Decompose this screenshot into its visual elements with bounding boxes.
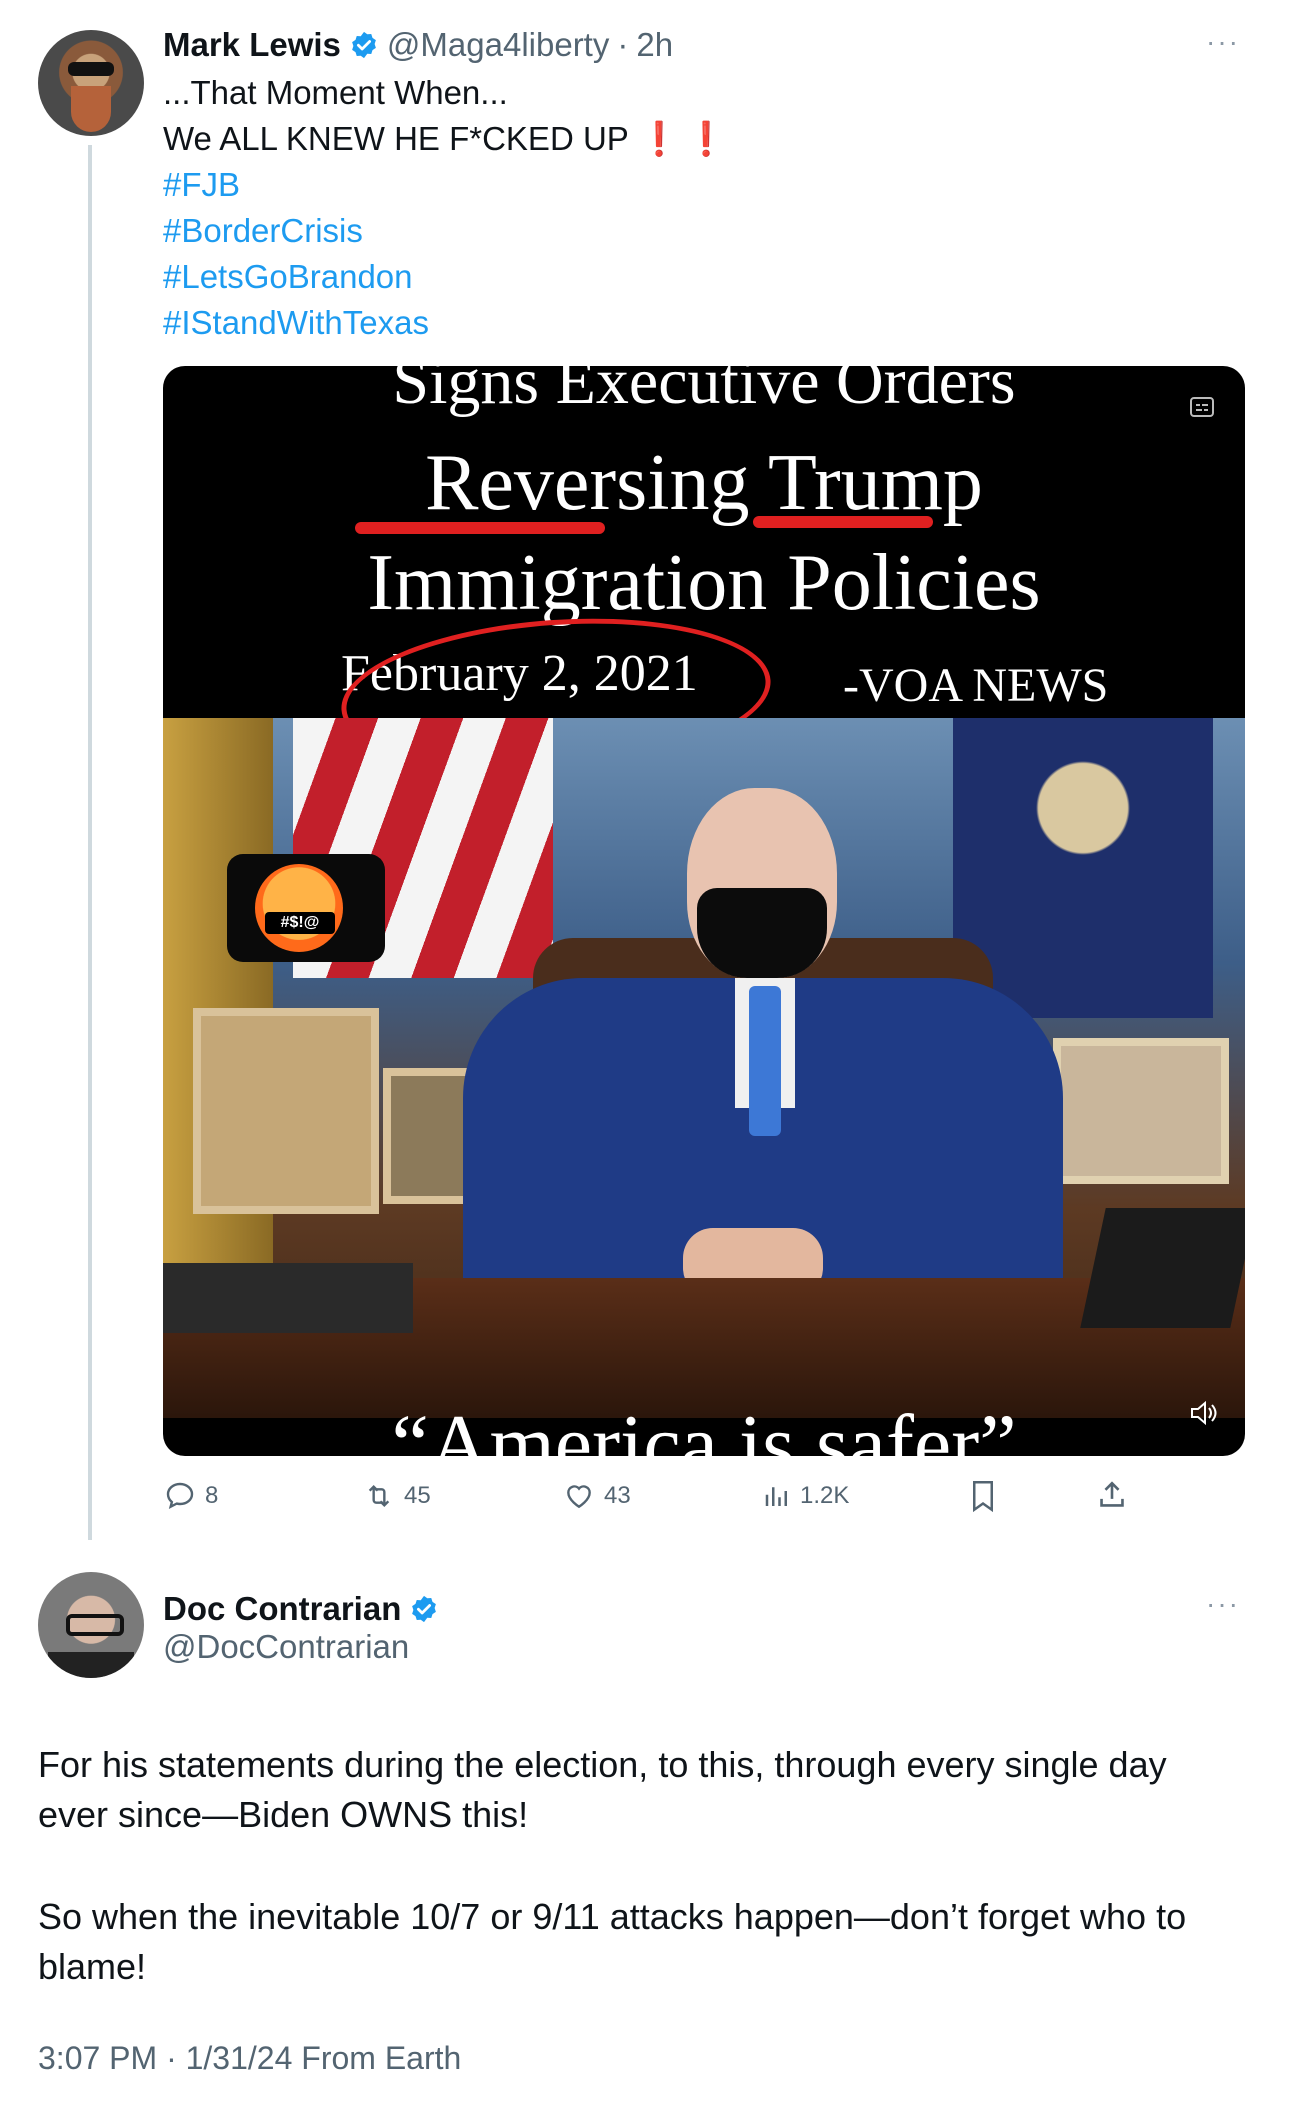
avatar-doc-contrarian[interactable] [38,1572,144,1678]
author-handle[interactable]: @DocContrarian [163,1628,409,1666]
exclamation-emoji: ❗❗ [638,120,733,157]
tweet2-paragraph-2: So when the inevitable 10/7 or 9/11 atta… [38,1896,1187,1987]
picture-frame-left [193,1008,379,1214]
tweet2-body: For his statements during the election, … [38,1740,1238,1992]
tie [749,986,781,1136]
emoji-grawlix: #$!@ [265,912,335,934]
tweet2-paragraph-1: For his statements during the election, … [38,1744,1167,1835]
author-name[interactable]: Doc Contrarian [163,1590,401,1628]
retweet-icon [368,1484,390,1508]
face-mask [697,888,827,978]
tweet1-line-2-wrapper: We ALL KNEW HE F*CKED UP ❗❗ [163,116,733,162]
captions-icon[interactable] [1189,396,1217,420]
more-options-icon[interactable]: ··· [1206,26,1240,58]
more-options-icon[interactable]: ··· [1206,1588,1240,1620]
tweet2-timestamp[interactable]: 3:07 PM · 1/31/24 From Earth [38,2040,461,2077]
thread-line [88,145,92,1540]
video-player[interactable]: Signs Executive Orders Reversing Trump I… [163,366,1245,1456]
author-handle[interactable]: @Maga4liberty [387,26,609,64]
reply-count: 8 [205,1482,219,1509]
video-source: -VOA NEWS [843,659,1109,712]
volume-icon[interactable] [1189,1400,1219,1426]
red-underline-1 [355,522,605,534]
cursing-face-icon [255,864,343,952]
reply-icon [166,1482,194,1509]
tweet1-line-1: ...That Moment When... [163,74,508,111]
views-button[interactable]: 1.2K [762,1480,849,1512]
reply-button[interactable]: 8 [163,1480,218,1512]
video-headline-2: Immigration Policies [367,539,1041,627]
video-headline-top: Signs Executive Orders [392,366,1016,418]
tweet2-header: Doc Contrarian [163,1586,439,1632]
like-button[interactable]: 43 [562,1480,631,1512]
video-headline-1: Reversing Trump [425,439,983,527]
red-underline-2 [753,516,933,528]
suit-shape [48,1652,134,1678]
video-scene: #$!@ [163,718,1245,1418]
views-chart-icon [765,1487,787,1506]
bookmark-icon[interactable] [968,1478,998,1514]
retweet-count: 45 [404,1482,431,1509]
glasses-shape [66,1614,124,1636]
verified-badge-icon [412,1595,437,1623]
hashtag-fjb[interactable]: #FJB [163,162,240,208]
share-icon[interactable] [1096,1478,1128,1512]
video-subtitle: “America is safer” [391,1398,1017,1456]
hashtag-istandwithtexas[interactable]: #IStandWithTexas [163,300,429,346]
author-name[interactable]: Mark Lewis [163,26,341,64]
verified-badge-icon [352,31,376,59]
sunglasses-shape [68,62,114,76]
avatar-mark-lewis[interactable] [38,30,144,136]
hashtag-letsgobrandon[interactable]: #LetsGoBrandon [163,254,413,300]
emoji-sticker: #$!@ [227,854,385,962]
desk-phone [1080,1208,1245,1328]
hashtag-bordercrisis[interactable]: #BorderCrisis [163,208,363,254]
picture-frame-right [1053,1038,1229,1184]
retweet-button[interactable]: 45 [362,1480,431,1512]
like-count: 43 [604,1482,631,1509]
desk-folders [163,1263,413,1333]
tweet-time[interactable]: 2h [636,26,673,64]
separator-dot: · [617,26,629,63]
beard-shape [71,86,111,132]
heart-icon [567,1485,591,1509]
tweet1-line-2: We ALL KNEW HE F*CKED UP [163,120,629,157]
views-count: 1.2K [800,1482,850,1509]
tweet1-header: Mark Lewis @Maga4liberty · 2h [163,22,673,68]
